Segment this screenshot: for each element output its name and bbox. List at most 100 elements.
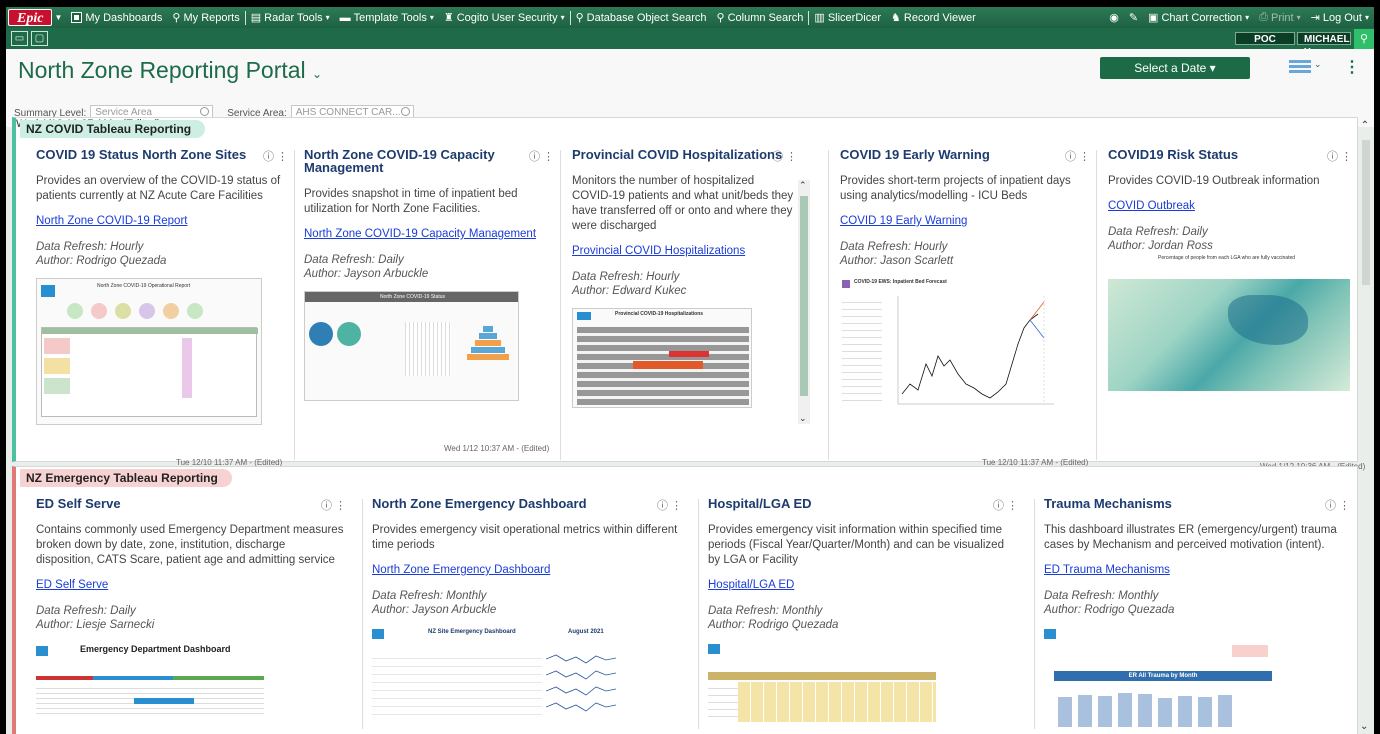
card-link[interactable]: North Zone Emergency Dashboard (372, 564, 682, 576)
radar-tools-button[interactable]: ▤ Radar Tools ▾ (246, 11, 335, 25)
my-dashboards-button[interactable]: My Dashboards (66, 12, 167, 24)
page-title[interactable]: North Zone Reporting Portal ⌄ (18, 57, 322, 84)
more-options-icon[interactable]: ⋮ (543, 151, 554, 163)
more-options-icon[interactable]: ⋮ (671, 500, 682, 512)
binoculars-icon: ♞ (891, 12, 901, 24)
more-options-icon[interactable]: ⋮ (1079, 151, 1090, 163)
dashboard-thumbnail[interactable]: North Zone COVID-19 Operational Report (36, 278, 262, 425)
chevron-down-icon[interactable]: ▼ (54, 13, 62, 22)
dashboard-thumbnail[interactable]: COVID-19 EWS: Inpatient Bed Forecast (840, 278, 1060, 423)
dashboard-thumbnail[interactable]: North Zone COVID-19 Status (304, 291, 519, 401)
more-options-icon[interactable]: ⋮ (1341, 151, 1352, 163)
card-description: Provides emergency visit information wit… (708, 524, 1004, 566)
chevron-down-icon[interactable]: ⌄ (1360, 721, 1368, 732)
database-object-search-button[interactable]: ⚲ Database Object Search (571, 11, 712, 25)
more-options-icon[interactable]: ⋮ (1007, 500, 1018, 512)
layout-view-icon[interactable] (1289, 60, 1311, 74)
timestamp: Wed 1/12 10:37 AM - (Edited) (444, 444, 550, 453)
my-reports-button[interactable]: ⚲ My Reports (167, 11, 244, 25)
dashboard-thumbnail[interactable]: Provincial COVID-19 Hospitalizations (572, 308, 752, 408)
card-title[interactable]: North Zone COVID-19 Capacity Management (304, 148, 504, 174)
card-title[interactable]: North Zone Emergency Dashboard (372, 497, 682, 510)
chevron-up-icon[interactable]: ⌃ (1360, 120, 1370, 131)
template-tools-button[interactable]: ▬ Template Tools ▾ (335, 12, 439, 24)
info-icon[interactable]: ⓘ (772, 151, 783, 163)
card-title[interactable]: ED Self Serve (36, 497, 346, 510)
info-icon[interactable]: ⓘ (657, 500, 668, 512)
column-search-button[interactable]: ⚲ Column Search (712, 11, 809, 25)
cogito-user-security-button[interactable]: ♜ Cogito User Security ▾ (439, 11, 570, 25)
chevron-down-icon[interactable]: ⌄ (799, 413, 807, 424)
chart-correction-button[interactable]: ▣ Chart Correction ▾ (1143, 11, 1254, 25)
data-refresh: Data Refresh: Hourly (840, 241, 948, 253)
card-description: Provides COVID-19 Outbreak information (1108, 175, 1320, 187)
card-link[interactable]: Hospital/LGA ED (708, 579, 1018, 591)
info-icon[interactable]: ⓘ (321, 500, 332, 512)
wrench-icon[interactable]: ✎ (1124, 11, 1143, 24)
divider (1096, 150, 1097, 460)
card-description: Monitors the number of hospitalized COVI… (572, 175, 794, 232)
card-title[interactable]: Hospital/LGA ED (708, 497, 1018, 510)
app-frame: Epic ▼ My Dashboards ⚲ My Reports ▤ Radar … (6, 7, 1374, 734)
card-link[interactable]: North Zone COVID-19 Report (36, 215, 288, 227)
card-title[interactable]: Provincial COVID Hospitalizations (572, 148, 797, 161)
print-button[interactable]: ⎙ Print ▾ (1254, 11, 1305, 24)
user-name[interactable]: MICHAEL Y. (1297, 32, 1351, 58)
more-options-icon[interactable]: ⋮ (1339, 500, 1350, 512)
dashboard-thumbnail[interactable]: ER All Trauma by Month (1044, 627, 1272, 727)
epic-menu-button[interactable]: Epic (8, 9, 53, 26)
more-options-icon[interactable]: ⋮ (786, 151, 797, 163)
more-options-icon[interactable]: ⋮ (277, 151, 288, 163)
info-icon[interactable]: ⓘ (1325, 500, 1336, 512)
info-icon[interactable]: ⓘ (263, 151, 274, 163)
ahs-logo (1044, 629, 1056, 639)
dashboard-thumbnail[interactable]: Emergency Department Dashboard (36, 642, 264, 722)
chevron-down-icon[interactable]: ⌄ (1314, 59, 1322, 70)
chat-icon[interactable]: ▢ (31, 31, 48, 46)
card-link[interactable]: ED Trauma Mechanisms (1044, 564, 1350, 576)
card-title[interactable]: COVID 19 Status North Zone Sites (36, 148, 288, 161)
info-icon[interactable]: ⓘ (1327, 151, 1338, 163)
covid-section: NZ COVID Tableau Reporting COVID 19 Stat… (12, 117, 1365, 471)
info-icon[interactable]: ⓘ (993, 500, 1004, 512)
scrollbar-thumb[interactable] (1362, 140, 1370, 285)
logout-icon: ⇥ (1310, 12, 1320, 24)
data-refresh: Data Refresh: Hourly (572, 271, 680, 283)
more-options-icon[interactable]: ⋮ (335, 500, 346, 512)
card-link[interactable]: Provincial COVID Hospitalizations (572, 245, 797, 257)
card-scrollbar[interactable]: ⌃ ⌄ (798, 180, 810, 424)
card-title[interactable]: COVID19 Risk Status (1108, 148, 1352, 161)
thumbnail-title: ER All Trauma by Month (1054, 671, 1272, 681)
card-capacity-management: North Zone COVID-19 Capacity Management … (304, 148, 554, 453)
dashboard-thumbnail[interactable] (708, 642, 936, 722)
info-icon[interactable]: ⓘ (1065, 151, 1076, 163)
card-link[interactable]: COVID 19 Early Warning (840, 215, 1090, 227)
globe-icon[interactable]: ◉ (1104, 11, 1124, 24)
section-title: NZ Emergency Tableau Reporting (20, 469, 232, 487)
info-icon[interactable]: ⓘ (529, 151, 540, 163)
dashboard-thumbnail[interactable]: NZ Site Emergency Dashboard August 2021 (372, 627, 617, 727)
record-viewer-button[interactable]: ♞ Record Viewer (886, 11, 981, 25)
window-icon[interactable]: ▭ (11, 31, 28, 46)
slicerdicer-button[interactable]: ▥ SlicerDicer (809, 11, 886, 25)
printer-icon: ⎙ (1259, 11, 1268, 23)
folder-icon: ▬ (339, 11, 351, 24)
dashboard-thumbnail[interactable]: Percentage of people from each LGA who a… (1108, 255, 1350, 391)
more-options-icon[interactable]: ⋮ (1344, 57, 1360, 77)
virus-icon (842, 280, 850, 288)
search-icon[interactable]: ⚲ (1354, 28, 1374, 49)
chevron-up-icon[interactable]: ⌃ (799, 180, 807, 191)
ahs-logo (372, 629, 384, 639)
select-date-button[interactable]: Select a Date ▾ (1100, 57, 1250, 79)
card-link[interactable]: COVID Outbreak (1108, 200, 1352, 212)
chevron-down-icon: ⌄ (312, 67, 323, 81)
page-scrollbar[interactable]: ⌃ ⌄ (1360, 120, 1370, 732)
card-title[interactable]: COVID 19 Early Warning (840, 148, 1090, 161)
author: Author: Rodrigo Quezada (1044, 604, 1175, 616)
card-link[interactable]: ED Self Serve (36, 579, 346, 591)
card-link[interactable]: North Zone COVID-19 Capacity Management (304, 228, 554, 240)
search-icon: ⚲ (172, 12, 181, 24)
card-title[interactable]: Trauma Mechanisms (1044, 497, 1350, 510)
forecast-line-chart (897, 296, 1054, 405)
log-out-button[interactable]: ⇥ Log Out ▾ (1306, 11, 1374, 25)
